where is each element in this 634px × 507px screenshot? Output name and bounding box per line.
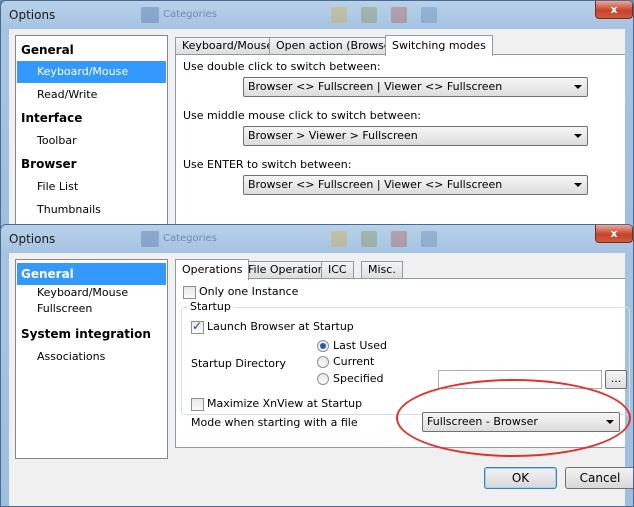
category-tree[interactable]: General Keyboard/Mouse Fullscreen System… bbox=[15, 259, 168, 459]
tree-header-system-integration[interactable]: System integration bbox=[17, 323, 166, 345]
tree-item-keyboard-mouse[interactable]: Keyboard/Mouse bbox=[17, 61, 166, 83]
double-click-value: Browser <> Fullscreen | Viewer <> Fullsc… bbox=[248, 80, 503, 93]
last-used-radio[interactable] bbox=[317, 340, 329, 352]
tree-item-associations[interactable]: Associations bbox=[17, 346, 166, 368]
specified-radio[interactable] bbox=[317, 373, 329, 385]
background-app-text: Categories bbox=[163, 9, 217, 20]
cancel-button[interactable]: Cancel bbox=[565, 467, 633, 489]
background-app-icon bbox=[141, 231, 159, 247]
mode-label: Mode when starting with a file bbox=[191, 416, 358, 429]
tree-item-keyboard-mouse[interactable]: Keyboard/Mouse bbox=[17, 286, 166, 300]
close-icon: x bbox=[610, 3, 618, 16]
startup-group-title: Startup bbox=[187, 300, 234, 313]
tree-header-general[interactable]: General bbox=[17, 39, 166, 61]
enter-value: Browser <> Fullscreen | Viewer <> Fullsc… bbox=[248, 178, 503, 191]
background-app-icon bbox=[141, 7, 159, 23]
background-tool-icon bbox=[421, 7, 437, 23]
tree-header-interface[interactable]: Interface bbox=[17, 107, 166, 129]
dialog-client: General Keyboard/Mouse Read/Write Interf… bbox=[9, 29, 625, 231]
current-label: Current bbox=[333, 355, 375, 368]
options-window-back: Options Categories x General Keyboard/Mo… bbox=[0, 0, 634, 232]
tree-item-file-list[interactable]: File List bbox=[17, 176, 166, 198]
background-tool-icon bbox=[361, 231, 377, 247]
browse-button[interactable]: ... bbox=[605, 370, 627, 389]
startup-directory-label: Startup Directory bbox=[191, 357, 287, 370]
tree-header-browser[interactable]: Browser bbox=[17, 153, 166, 175]
middle-click-dropdown[interactable]: Browser > Viewer > Fullscreen bbox=[243, 126, 588, 146]
close-icon: x bbox=[610, 227, 618, 240]
maximize-label: Maximize XnView at Startup bbox=[207, 397, 363, 410]
background-star-icon bbox=[331, 7, 347, 23]
background-star-icon bbox=[331, 231, 347, 247]
title-bar[interactable]: Options Categories x bbox=[1, 1, 633, 29]
double-click-label: Use double click to switch between: bbox=[183, 60, 381, 73]
tree-item-fullscreen[interactable]: Fullscreen bbox=[17, 301, 166, 317]
background-tool-icon bbox=[421, 231, 437, 247]
tab-switching-modes[interactable]: Switching modes bbox=[385, 35, 493, 56]
close-button[interactable]: x bbox=[595, 1, 633, 19]
background-tool-icon bbox=[361, 7, 377, 23]
tab-keyboard-mouse[interactable]: Keyboard/Mouse bbox=[175, 37, 281, 55]
category-tree[interactable]: General Keyboard/Mouse Read/Write Interf… bbox=[15, 35, 168, 231]
tab-icc[interactable]: ICC bbox=[321, 261, 354, 279]
specified-label: Specified bbox=[333, 372, 384, 385]
double-click-dropdown[interactable]: Browser <> Fullscreen | Viewer <> Fullsc… bbox=[243, 77, 588, 97]
only-one-instance-label: Only one Instance bbox=[199, 285, 299, 298]
chevron-down-icon bbox=[574, 183, 582, 187]
enter-dropdown[interactable]: Browser <> Fullscreen | Viewer <> Fullsc… bbox=[243, 175, 588, 195]
tree-item-read-write[interactable]: Read/Write bbox=[17, 84, 166, 106]
ok-button[interactable]: OK bbox=[484, 467, 557, 489]
launch-browser-checkbox[interactable] bbox=[191, 319, 204, 334]
window-title: Options bbox=[9, 8, 56, 22]
close-button[interactable]: x bbox=[595, 225, 633, 243]
background-tool-icon bbox=[391, 231, 407, 247]
chevron-down-icon bbox=[574, 85, 582, 89]
chevron-down-icon bbox=[574, 134, 582, 138]
title-bar[interactable]: Options Categories x bbox=[1, 225, 633, 253]
tab-strip: Keyboard/Mouse Open action (Browser) Swi… bbox=[175, 35, 625, 56]
tree-item-thumbnails[interactable]: Thumbnails bbox=[17, 199, 166, 221]
options-window-front: Options Categories x General Keyboard/Mo… bbox=[0, 224, 634, 507]
current-radio[interactable] bbox=[317, 356, 329, 368]
launch-browser-label: Launch Browser at Startup bbox=[207, 320, 354, 333]
highlight-ellipse bbox=[396, 379, 631, 457]
enter-label: Use ENTER to switch between: bbox=[183, 158, 352, 171]
background-app-text: Categories bbox=[163, 233, 217, 244]
tree-header-general[interactable]: General bbox=[17, 263, 166, 285]
tree-item-toolbar[interactable]: Toolbar bbox=[17, 130, 166, 152]
tab-strip: Operations File Operations ICC Misc. bbox=[175, 259, 625, 280]
tab-misc[interactable]: Misc. bbox=[361, 261, 403, 279]
tab-operations[interactable]: Operations bbox=[175, 259, 250, 280]
middle-click-label: Use middle mouse click to switch between… bbox=[183, 109, 422, 122]
window-title: Options bbox=[9, 232, 56, 246]
maximize-checkbox[interactable] bbox=[191, 398, 204, 411]
only-one-instance-checkbox[interactable] bbox=[183, 286, 196, 299]
last-used-label: Last Used bbox=[333, 339, 387, 352]
background-tool-icon bbox=[391, 7, 407, 23]
switching-modes-page: Use double click to switch between: Brow… bbox=[175, 54, 625, 231]
middle-click-value: Browser > Viewer > Fullscreen bbox=[248, 129, 418, 142]
